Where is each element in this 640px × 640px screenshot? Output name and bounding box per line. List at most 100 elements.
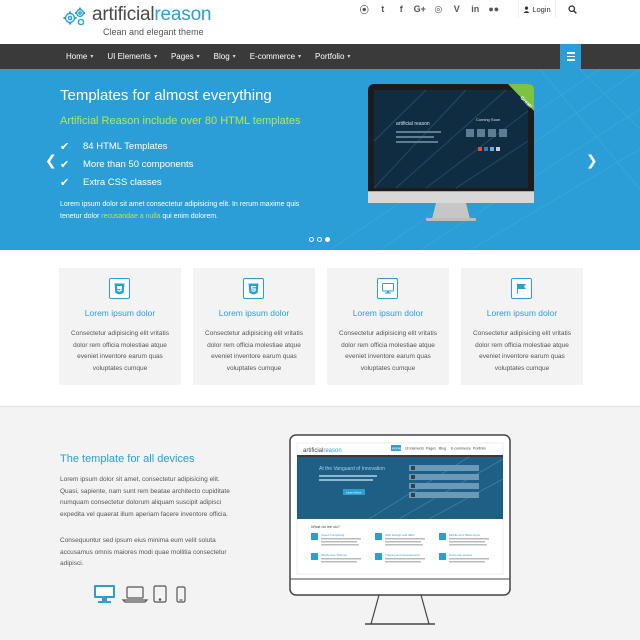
devices-title: The template for all devices	[60, 453, 195, 465]
hero-slider: Templates for almost everything Artifici…	[0, 69, 640, 250]
preview-nav-item: Portfolio	[473, 447, 486, 451]
slider-next-button[interactable]: ❯	[586, 152, 598, 169]
slider-prev-button[interactable]: ❮	[45, 152, 57, 169]
devices-paragraph-1: Lorem ipsum dolor sit amet, consectetur …	[60, 476, 230, 518]
screen-title: Coming Soon	[476, 117, 500, 122]
google-plus-icon[interactable]: G+	[411, 0, 430, 18]
desktop-icon[interactable]	[94, 585, 115, 603]
preview-hero-title: At the Vanguard of Innovation	[319, 466, 385, 472]
flickr-icon[interactable]: ●●	[485, 0, 504, 18]
hero-feature-item: ✔ Extra CSS classes	[60, 173, 193, 191]
menu-toggle-button[interactable]	[560, 44, 581, 69]
hero-feature-label: More than 50 components	[83, 158, 194, 170]
feature-text: Consectetur adipisicing elit vritatis do…	[71, 330, 169, 372]
nav-item-e-commerce[interactable]: E-commerce ▾	[243, 44, 308, 69]
instagram-icon[interactable]: ◎	[429, 0, 448, 18]
twitter-icon[interactable]: t	[374, 0, 393, 18]
preview-service: Mobile and Tablet Apps	[449, 533, 480, 537]
nav-item-label: UI Elements	[107, 52, 151, 61]
tablet-icon[interactable]	[153, 585, 167, 603]
main-navbar: Home ▾ UI Elements ▾ Pages ▾ Blog ▾ E-commerce ▾ P…	[0, 44, 640, 69]
nav-item-ui-elements[interactable]: UI Elements ▾	[100, 44, 164, 69]
hero-feature-item: ✔ More than 50 components	[60, 155, 193, 173]
preview-nav-item: Home	[392, 447, 401, 451]
caret-down-icon: ▾	[298, 54, 302, 60]
caret-down-icon: ▾	[232, 54, 236, 60]
hero-feature-label: 84 HTML Templates	[83, 140, 168, 152]
brand-logo-text[interactable]: artificialreason	[92, 4, 212, 26]
nav-item-label: Home	[66, 52, 88, 61]
facebook-icon[interactable]: f	[392, 0, 411, 18]
search-button[interactable]	[562, 0, 582, 18]
feature-title[interactable]: Lorem ipsum dolor	[327, 308, 449, 318]
gears-logo-icon	[63, 7, 86, 26]
brand-tagline: Clean and elegant theme	[103, 27, 204, 37]
feature-title[interactable]: Lorem ipsum dolor	[59, 308, 181, 318]
nav-item-blog[interactable]: Blog ▾	[207, 44, 243, 69]
laptop-icon[interactable]	[121, 586, 149, 603]
linkedin-icon[interactable]: in	[466, 0, 485, 18]
feature-title[interactable]: Lorem ipsum dolor	[193, 308, 315, 318]
search-icon	[567, 4, 577, 14]
hero-feature-list: ✔ 84 HTML Templates ✔ More than 50 componen…	[60, 137, 193, 191]
caret-down-icon: ▾	[153, 54, 157, 60]
preview-service: Cloud Computing	[321, 533, 345, 537]
preview-service: Web Design and SEO	[385, 533, 415, 537]
slider-dot-2[interactable]	[317, 237, 322, 242]
feature-card: Lorem ipsum dolor Consectetur adipisicing…	[59, 268, 181, 385]
slider-dot-3[interactable]	[325, 237, 330, 242]
feature-card: Lorem ipsum dolor Consectetur adipisicing…	[327, 268, 449, 385]
feature-text: Consectetur adipisicing elit vritatis do…	[205, 330, 303, 372]
caret-down-icon: ▾	[196, 54, 200, 60]
feature-card: Lorem ipsum dolor Consectetur adipisicing…	[461, 268, 583, 385]
brand-name-part1: artificial	[92, 4, 155, 25]
features-section: Lorem ipsum dolor Consectetur adipisicing…	[0, 250, 640, 406]
screen-logo: artificial reason	[396, 121, 430, 127]
nav-item-home[interactable]: Home ▾	[59, 44, 100, 69]
brand-name-part2: reason	[154, 4, 212, 25]
preview-section-title: What do we do?	[311, 524, 341, 529]
preview-nav-item: UI Elements	[405, 447, 424, 451]
hero-feature-label: Extra CSS classes	[83, 176, 162, 188]
devices-paragraph-2: Consequuntur sed ipsum eius minima eum v…	[60, 537, 227, 567]
nav-item-portfolio[interactable]: Portfolio ▾	[308, 44, 357, 69]
nav-menu: Home ▾ UI Elements ▾ Pages ▾ Blog ▾ E-commerce ▾ P…	[59, 44, 357, 69]
nav-item-label: Pages	[170, 52, 194, 61]
preview-service: Training and development	[385, 553, 420, 557]
login-button[interactable]: Login	[518, 0, 556, 18]
chevron-left-icon: ❮	[45, 152, 57, 168]
site-header: artificialreason Clean and elegant theme…	[0, 0, 640, 44]
nav-item-label: Blog	[213, 52, 230, 61]
devices-section: The template for all devices Lorem ipsum…	[0, 406, 640, 640]
website-preview-monitor: artificialreason Home UI Elements Pages …	[289, 434, 511, 625]
feature-title[interactable]: Lorem ipsum dolor	[461, 308, 583, 318]
slider-dot-1[interactable]	[309, 237, 314, 242]
social-links: ⦿ t f G+ ◎ Vin ●●	[355, 0, 503, 18]
preview-brand-part1: artificial	[303, 448, 323, 454]
hero-description: Lorem ipsum dolor sit amet consectetur a…	[60, 199, 310, 222]
preview-service: Wordpress Themes	[321, 553, 348, 557]
desktop-icon	[377, 278, 398, 299]
check-icon: ✔	[60, 140, 70, 153]
nav-item-label: Portfolio	[315, 52, 345, 61]
check-icon: ✔	[60, 158, 70, 171]
preview-nav-item: E-commerce	[451, 447, 471, 451]
phone-icon[interactable]	[176, 586, 186, 603]
caret-down-icon: ▾	[347, 54, 351, 60]
rss-icon[interactable]: ⦿	[355, 0, 374, 18]
hero-subtitle: Artificial Reason include over 80 HTML t…	[60, 115, 301, 127]
login-label: Login	[532, 4, 551, 14]
check-icon: ✔	[60, 176, 70, 189]
vimeo-icon[interactable]: V	[448, 0, 467, 18]
hero-text-link[interactable]: recusandae a nulla	[101, 213, 160, 220]
css3-icon	[243, 278, 264, 299]
preview-brand-part2: reason	[323, 448, 341, 454]
hero-monitor-image: artificial reason Coming Soon Great!	[368, 84, 534, 221]
svg-text:artificialreason: artificialreason	[303, 448, 342, 454]
nav-item-label: E-commerce	[249, 52, 296, 61]
caret-down-icon: ▾	[90, 54, 94, 60]
preview-nav-item: Blog	[439, 447, 446, 451]
nav-item-pages[interactable]: Pages ▾	[164, 44, 207, 69]
html5-icon	[109, 278, 130, 299]
preview-nav-item: Pages	[426, 447, 436, 451]
